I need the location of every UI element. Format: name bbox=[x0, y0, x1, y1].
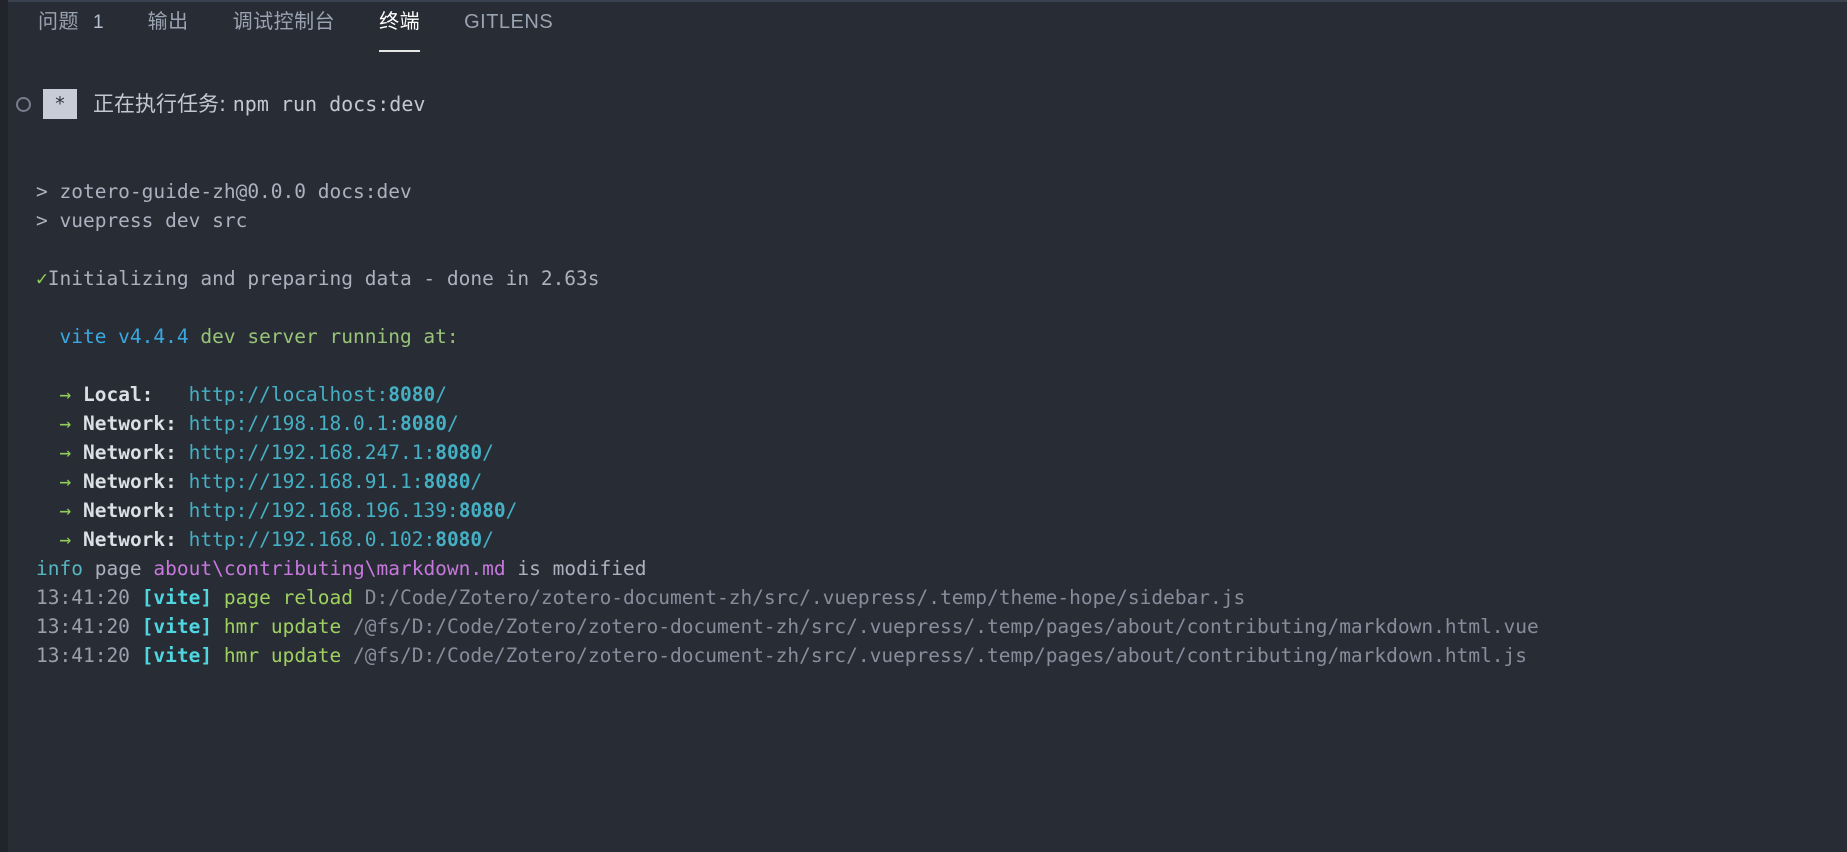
task-command: npm run docs:dev bbox=[233, 90, 426, 119]
tab-active-underline bbox=[148, 50, 189, 52]
server-url[interactable]: http://192.168.247.1: bbox=[189, 441, 436, 464]
server-url-tail[interactable]: / bbox=[470, 470, 482, 493]
info-modified-line: info page about\contributing\markdown.md… bbox=[36, 554, 1847, 583]
server-url[interactable]: http://192.168.196.139: bbox=[189, 499, 459, 522]
server-label: Network: bbox=[83, 499, 177, 522]
spacer-line bbox=[36, 235, 1847, 264]
log-file-path: D:/Code/Zotero/zotero-document-zh/src/.v… bbox=[365, 586, 1246, 609]
task-prefix-label: 正在执行任务: bbox=[93, 90, 233, 119]
tab-active-underline bbox=[233, 50, 336, 52]
log-action: page reload bbox=[224, 586, 353, 609]
init-done-text: Initializing and preparing data - done i… bbox=[48, 267, 600, 290]
server-url-line: → Local: http://localhost:8080/ bbox=[36, 380, 1847, 409]
spacer-line bbox=[36, 293, 1847, 322]
arrow-right-icon: → bbox=[59, 499, 71, 522]
log-source-tag: [vite] bbox=[142, 615, 212, 638]
tab-badge-count: 1 bbox=[93, 13, 104, 50]
server-port[interactable]: 8080 bbox=[435, 441, 482, 464]
server-url[interactable]: http://192.168.91.1: bbox=[189, 470, 424, 493]
npm-script-line-1: > zotero-guide-zh@0.0.0 docs:dev bbox=[36, 177, 1847, 206]
server-url-tail[interactable]: / bbox=[447, 412, 459, 435]
vite-banner-line: vite v4.4.4 dev server running at: bbox=[36, 322, 1847, 351]
vite-log-list: 13:41:20 [vite] page reload D:/Code/Zote… bbox=[36, 583, 1847, 670]
server-label: Network: bbox=[83, 470, 177, 493]
vite-log-line: 13:41:20 [vite] hmr update /@fs/D:/Code/… bbox=[36, 612, 1847, 641]
spacer-line bbox=[36, 351, 1847, 380]
tab-label: 问题 bbox=[38, 12, 79, 50]
server-url-line: → Network: http://198.18.0.1:8080/ bbox=[36, 409, 1847, 438]
server-label: Local: bbox=[83, 383, 177, 406]
server-url-tail[interactable]: / bbox=[435, 383, 447, 406]
log-level-info: info bbox=[36, 557, 83, 580]
panel-tabbar: 问题 1 输出 调试控制台 终端 GITLENS bbox=[0, 0, 1847, 62]
log-timestamp: 13:41:20 bbox=[36, 644, 130, 667]
terminal-output[interactable]: * 正在执行任务: npm run docs:dev > zotero-guid… bbox=[0, 62, 1847, 852]
server-url-line: → Network: http://192.168.0.102:8080/ bbox=[36, 525, 1847, 554]
log-file-path: /@fs/D:/Code/Zotero/zotero-document-zh/s… bbox=[353, 615, 1539, 638]
vite-version: vite v4.4.4 bbox=[59, 325, 188, 348]
spacer-line bbox=[36, 148, 1847, 177]
log-timestamp: 13:41:20 bbox=[36, 615, 130, 638]
log-timestamp: 13:41:20 bbox=[36, 586, 130, 609]
info-file-path: about\contributing\markdown.md bbox=[153, 557, 505, 580]
tab-terminal[interactable]: 终端 bbox=[379, 0, 420, 62]
server-port[interactable]: 8080 bbox=[459, 499, 506, 522]
arrow-right-icon: → bbox=[59, 528, 71, 551]
panel-top-border bbox=[8, 0, 1847, 2]
task-execution-line: * 正在执行任务: npm run docs:dev bbox=[0, 82, 1847, 126]
log-action: hmr update bbox=[224, 615, 341, 638]
server-port[interactable]: 8080 bbox=[435, 528, 482, 551]
task-marker-badge: * bbox=[43, 89, 77, 119]
tab-gitlens[interactable]: GITLENS bbox=[464, 0, 553, 62]
log-file-path: /@fs/D:/Code/Zotero/zotero-document-zh/s… bbox=[353, 644, 1527, 667]
arrow-right-icon: → bbox=[59, 441, 71, 464]
server-port[interactable]: 8080 bbox=[400, 412, 447, 435]
server-url[interactable]: http://192.168.0.102: bbox=[189, 528, 436, 551]
tab-label: 终端 bbox=[379, 12, 420, 50]
panel-root: 问题 1 输出 调试控制台 终端 GITLENS * 正在执行任务: npm run do… bbox=[0, 0, 1847, 852]
log-action: hmr update bbox=[224, 644, 341, 667]
tab-problems[interactable]: 问题 1 bbox=[38, 0, 104, 62]
server-url-line: → Network: http://192.168.196.139:8080/ bbox=[36, 496, 1847, 525]
tab-label: 调试控制台 bbox=[233, 12, 336, 50]
server-label: Network: bbox=[83, 528, 177, 551]
tab-active-underline bbox=[464, 50, 553, 52]
tab-label: GITLENS bbox=[464, 12, 553, 50]
server-url[interactable]: http://198.18.0.1: bbox=[189, 412, 400, 435]
server-url-tail[interactable]: / bbox=[482, 441, 494, 464]
vite-banner-text: dev server running at: bbox=[189, 325, 459, 348]
server-url-line: → Network: http://192.168.91.1:8080/ bbox=[36, 467, 1847, 496]
check-icon: ✓ bbox=[36, 267, 48, 290]
server-url-tail[interactable]: / bbox=[482, 528, 494, 551]
terminal-lines: > zotero-guide-zh@0.0.0 docs:dev > vuepr… bbox=[0, 126, 1847, 670]
arrow-right-icon: → bbox=[59, 412, 71, 435]
tab-active-underline bbox=[379, 50, 420, 52]
server-url-list: → Local: http://localhost:8080/ → Networ… bbox=[36, 380, 1847, 554]
circle-outline-icon[interactable] bbox=[16, 97, 31, 112]
editor-left-edge bbox=[0, 0, 8, 852]
tab-output[interactable]: 输出 bbox=[148, 0, 189, 62]
log-source-tag: [vite] bbox=[142, 644, 212, 667]
npm-script-line-2: > vuepress dev src bbox=[36, 206, 1847, 235]
log-source-tag: [vite] bbox=[142, 586, 212, 609]
arrow-right-icon: → bbox=[59, 470, 71, 493]
info-subject: page bbox=[83, 557, 153, 580]
vite-log-line: 13:41:20 [vite] page reload D:/Code/Zote… bbox=[36, 583, 1847, 612]
server-port[interactable]: 8080 bbox=[423, 470, 470, 493]
server-url[interactable]: http://localhost: bbox=[189, 383, 389, 406]
vite-log-line: 13:41:20 [vite] hmr update /@fs/D:/Code/… bbox=[36, 641, 1847, 670]
server-url-tail[interactable]: / bbox=[506, 499, 518, 522]
info-suffix: is modified bbox=[506, 557, 647, 580]
server-port[interactable]: 8080 bbox=[388, 383, 435, 406]
server-label: Network: bbox=[83, 412, 177, 435]
tab-debug-console[interactable]: 调试控制台 bbox=[233, 0, 336, 62]
tab-label: 输出 bbox=[148, 12, 189, 50]
arrow-right-icon: → bbox=[59, 383, 71, 406]
tab-active-underline bbox=[38, 50, 104, 52]
server-label: Network: bbox=[83, 441, 177, 464]
server-url-line: → Network: http://192.168.247.1:8080/ bbox=[36, 438, 1847, 467]
init-done-line: ✓Initializing and preparing data - done … bbox=[36, 264, 1847, 293]
